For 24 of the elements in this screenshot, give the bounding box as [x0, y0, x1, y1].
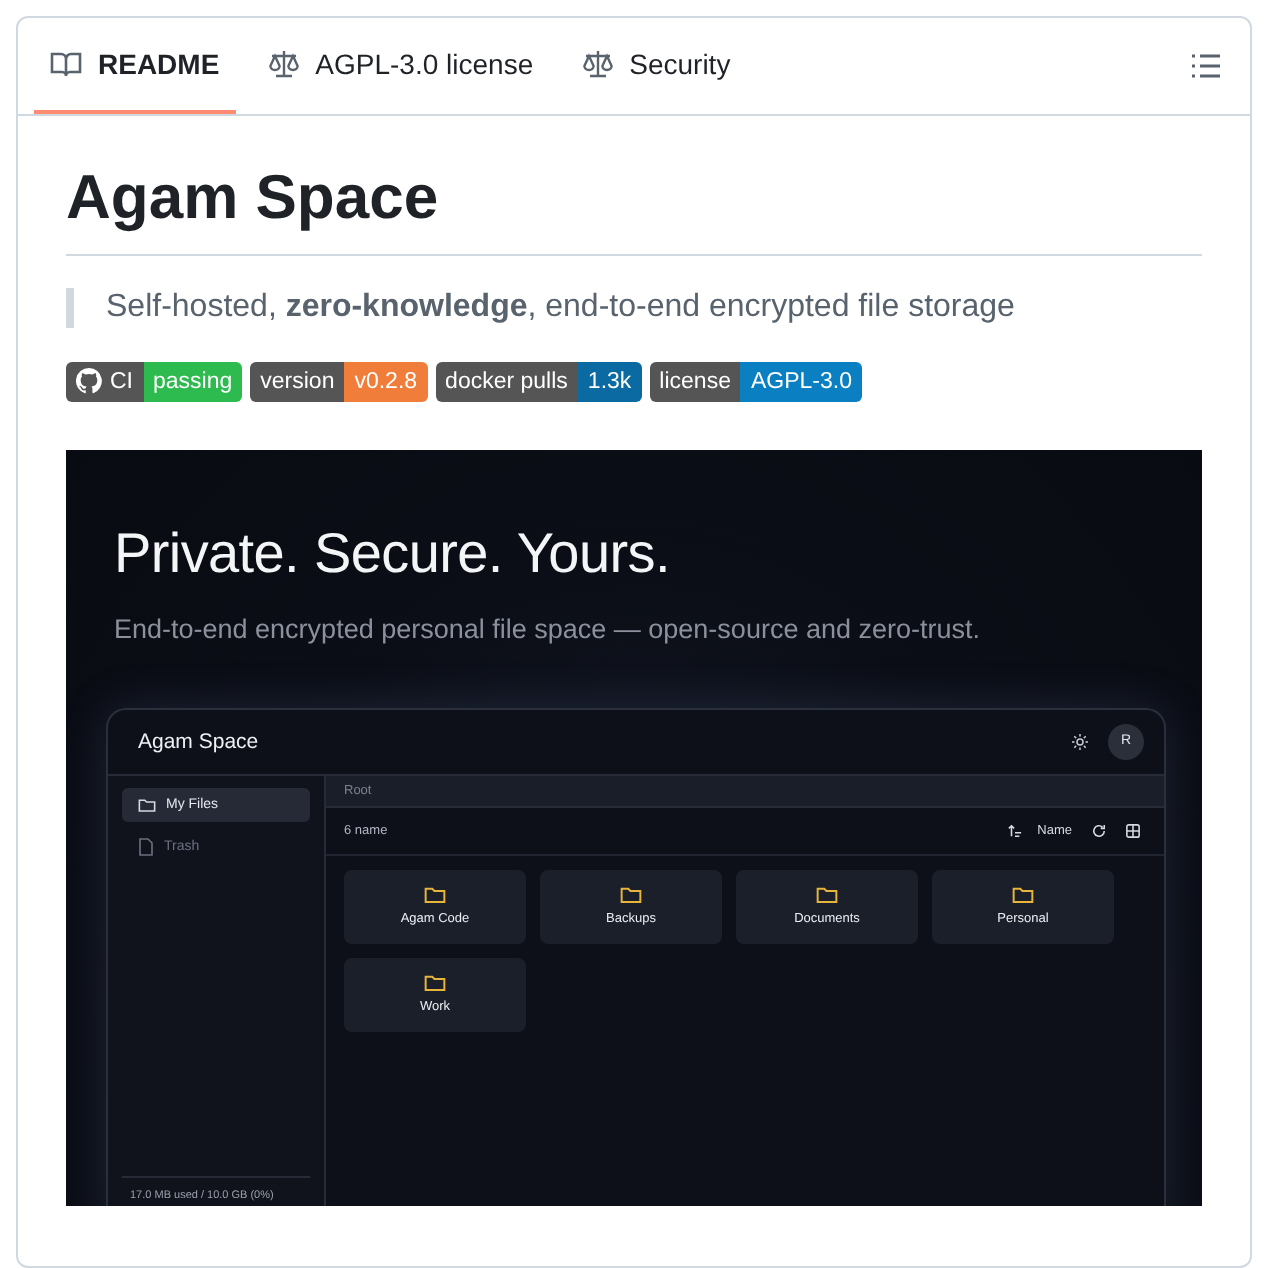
folder-icon: [424, 886, 446, 905]
folder-icon: [1012, 886, 1034, 905]
list-icon: [1190, 50, 1222, 82]
folder-icon: [138, 797, 156, 812]
grid-view-icon[interactable]: [1126, 823, 1140, 838]
tab[interactable]: AGPL-3.0 license: [251, 18, 550, 114]
sort-icon: [1007, 823, 1022, 838]
file-icon: [138, 837, 154, 856]
refresh-icon[interactable]: [1092, 823, 1106, 838]
app-title: Agam Space: [138, 729, 259, 754]
screenshot-subtitle: End-to-end encrypted personal file space — open-source and zero-trust.: [114, 613, 982, 644]
screenshot-headline: Private. Secure. Yours.: [114, 521, 672, 586]
folder-icon: [816, 886, 838, 905]
sun-icon: [1072, 733, 1088, 750]
readme-title: Agam Space: [66, 160, 1202, 256]
book-icon: [50, 48, 82, 80]
tagline: Self-hosted, zero-knowledge, end-to-end encrypted file storage: [106, 289, 1015, 324]
scale-icon: [267, 48, 300, 80]
github-icon: [76, 368, 102, 395]
scale-icon: [581, 48, 614, 80]
tab[interactable]: README: [34, 18, 236, 114]
folder-icon: [620, 886, 642, 905]
folder-icon: [424, 974, 446, 993]
tab[interactable]: Security: [565, 18, 747, 114]
